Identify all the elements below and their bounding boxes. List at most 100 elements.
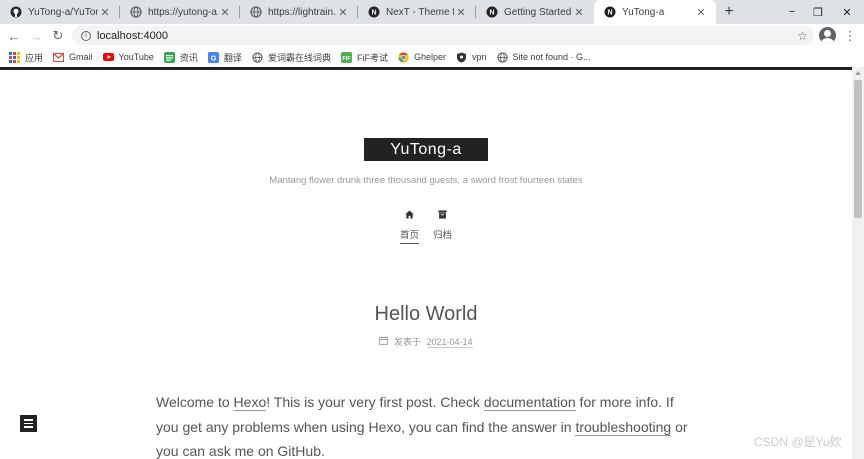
tab-title: NexT - Theme for H — [386, 6, 454, 18]
tab-4[interactable]: N NexT - Theme for H ✕ — [358, 0, 476, 24]
tab-title: Getting Started | N — [504, 6, 572, 18]
bookmark-label: 应用 — [25, 52, 44, 63]
new-tab-button[interactable]: + — [720, 3, 738, 21]
menu-item-home[interactable]: 首页 — [399, 210, 419, 244]
close-tab-icon[interactable]: ✕ — [98, 5, 112, 19]
bookmark-label: Gmail — [69, 52, 93, 62]
page-scrollbar[interactable] — [852, 67, 864, 459]
hexo-link[interactable]: Hexo — [233, 394, 267, 411]
tab-5[interactable]: N Getting Started | N ✕ — [476, 0, 594, 24]
github-icon — [10, 6, 22, 18]
post-title[interactable]: Hello World — [0, 303, 852, 326]
svg-text:N: N — [489, 10, 494, 17]
menu-label: 归档 — [433, 230, 453, 241]
bookmark-ghelper[interactable]: Ghelper — [398, 51, 446, 63]
post-meta: 发表于 2021-04-14 — [0, 335, 852, 348]
bookmark-label: vpn — [471, 52, 487, 62]
close-tab-icon[interactable]: ✕ — [572, 5, 586, 19]
home-icon — [405, 210, 414, 222]
close-tab-icon[interactable]: ✕ — [454, 5, 468, 19]
tab-2[interactable]: https://yutong-a.gi ✕ — [120, 0, 240, 24]
close-tab-icon[interactable]: ✕ — [218, 5, 232, 19]
globe-icon — [130, 6, 142, 18]
post-text: ! This is your very first post. Check — [266, 394, 484, 410]
bookmark-apps[interactable]: 应用 — [9, 51, 43, 64]
bookmark-iciba[interactable]: 爱词霸在线词典 — [252, 51, 331, 64]
site-brand[interactable]: YuTong-a — [364, 138, 488, 161]
bookmark-news[interactable]: 资讯 — [163, 51, 198, 64]
reload-button[interactable]: ↻ — [49, 27, 67, 45]
vpn-icon — [456, 52, 467, 63]
troubleshooting-link[interactable]: troubleshooting — [575, 418, 672, 436]
next-icon: N — [486, 6, 498, 18]
close-tab-icon[interactable]: ✕ — [694, 5, 708, 19]
tab-title: https://lightrain.to — [268, 6, 336, 18]
address-bar[interactable]: i localhost:4000 ☆ — [72, 26, 814, 45]
tab-3[interactable]: https://lightrain.to ✕ — [240, 0, 358, 24]
close-tab-icon[interactable]: ✕ — [336, 5, 350, 19]
youtube-icon — [102, 52, 114, 63]
bookmark-label: 资讯 — [179, 52, 198, 63]
globe-icon — [496, 51, 508, 63]
tab-title: YuTong-a/YuTong- — [28, 6, 98, 18]
avatar-body — [821, 38, 834, 44]
watermark: CSDN @是Yu欸 — [754, 435, 842, 449]
chrome-icon — [398, 51, 409, 63]
hamburger-line — [24, 422, 33, 425]
svg-text:FiF: FiF — [342, 56, 351, 62]
back-button[interactable]: ← — [5, 27, 23, 45]
post-text: . — [320, 443, 325, 459]
profile-avatar-icon[interactable] — [819, 27, 836, 44]
svg-text:N: N — [607, 10, 612, 17]
menu-item-archives[interactable]: 归档 — [433, 210, 452, 244]
github-link[interactable]: GitHub — [277, 443, 321, 459]
site-subtitle: Mantang flower drunk three thousand gues… — [269, 175, 583, 186]
post-text: Welcome to — [156, 394, 234, 410]
browser-menu-icon[interactable]: ⋮ — [844, 27, 857, 45]
svg-text:N: N — [371, 10, 376, 17]
bookmark-site-not-found[interactable]: Site not found · G... — [496, 51, 591, 63]
bookmark-translate[interactable]: G 翻译 — [207, 51, 242, 64]
globe-icon — [252, 51, 263, 63]
documentation-link[interactable]: documentation — [483, 394, 576, 411]
menu-label: 首页 — [399, 227, 419, 244]
forward-button[interactable]: → — [27, 27, 45, 45]
news-icon — [163, 51, 175, 63]
sidebar-toggle-button[interactable] — [20, 415, 37, 432]
close-window-button[interactable]: ✕ — [830, 0, 864, 24]
bookmark-label: YouTube — [118, 52, 154, 62]
tab-1[interactable]: YuTong-a/YuTong- ✕ — [0, 0, 120, 24]
browser-toolbar: ← → ↻ i localhost:4000 ☆ ⋮ — [0, 24, 864, 47]
post-date[interactable]: 2021-04-14 — [426, 337, 473, 348]
tab-6-active[interactable]: N YuTong-a ✕ — [594, 0, 716, 24]
bookmark-gmail[interactable]: Gmail — [53, 52, 93, 63]
bookmark-vpn[interactable]: vpn — [456, 52, 487, 63]
avatar-head — [824, 30, 831, 37]
bookmark-star-icon[interactable]: ☆ — [797, 29, 808, 43]
next-icon: N — [604, 6, 616, 18]
hamburger-line — [24, 426, 33, 428]
url-text[interactable]: localhost:4000 — [97, 30, 168, 42]
bookmark-label: Site not found · G... — [512, 52, 591, 62]
bookmark-youtube[interactable]: YouTube — [102, 52, 154, 63]
globe-icon — [250, 6, 262, 18]
bookmark-fif[interactable]: FiF FiF考试 — [340, 51, 388, 64]
calendar-icon — [379, 336, 389, 347]
fif-icon: FiF — [340, 51, 352, 63]
page-viewport: YuTong-a Mantang flower drunk three thou… — [0, 67, 852, 459]
tab-title: YuTong-a — [622, 6, 665, 18]
next-icon: N — [368, 6, 380, 18]
archive-icon — [438, 210, 447, 222]
post-meta-label: 发表于 — [393, 337, 421, 347]
gmail-icon — [53, 52, 65, 63]
hamburger-line — [24, 419, 33, 421]
scrollbar-thumb[interactable] — [854, 80, 862, 218]
tab-strip: YuTong-a/YuTong- ✕ https://yutong-a.gi ✕… — [0, 0, 864, 24]
apps-icon — [9, 51, 20, 63]
post-body: Welcome to Hexo! This is your very first… — [156, 390, 698, 459]
bookmarks-bar: 应用 Gmail YouTube 资讯 G 翻译 爱词霸在线词典 FiF FiF — [0, 47, 864, 67]
bookmark-label: Ghelper — [413, 52, 446, 62]
bookmark-label: 翻译 — [223, 52, 242, 63]
site-info-icon[interactable]: i — [81, 30, 91, 41]
scroll-up-icon[interactable] — [855, 71, 861, 75]
